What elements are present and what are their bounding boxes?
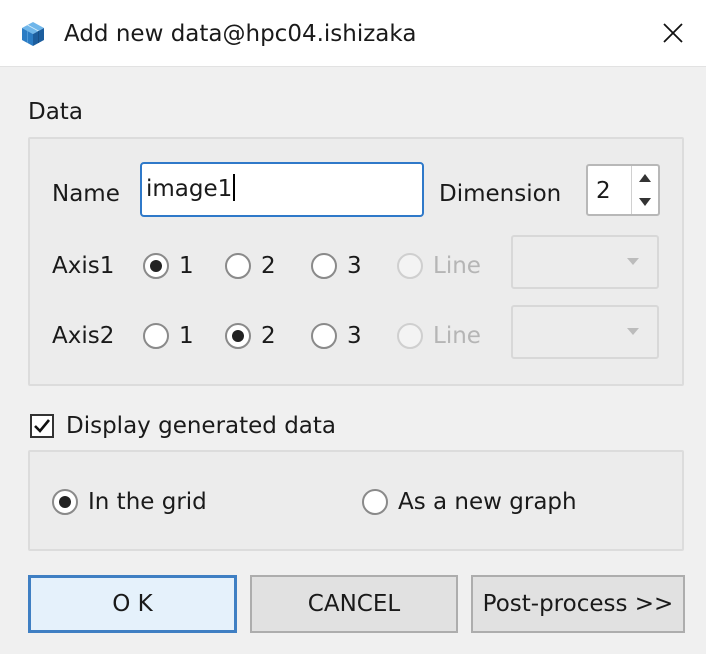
spin-down-button[interactable] <box>632 190 658 214</box>
radio-as-new-graph[interactable]: As a new graph <box>362 487 577 517</box>
data-section-label: Data <box>28 99 83 125</box>
name-input[interactable]: image1 <box>140 162 424 217</box>
radio-indicator <box>52 489 78 515</box>
axis1-radio-2[interactable]: 2 <box>225 251 276 281</box>
chevron-down-icon <box>627 328 639 335</box>
checkbox-label: Display generated data <box>66 413 337 439</box>
chevron-down-icon <box>627 258 639 265</box>
radio-label: 1 <box>179 323 194 349</box>
radio-label: Line <box>433 323 481 349</box>
radio-label: In the grid <box>88 489 207 515</box>
name-label: Name <box>52 181 120 207</box>
axis2-radio-2[interactable]: 2 <box>225 321 276 351</box>
radio-indicator <box>225 253 251 279</box>
axis2-radio-1[interactable]: 1 <box>143 321 194 351</box>
radio-label: As a new graph <box>398 489 577 515</box>
title-bar: Add new data@hpc04.ishizaka <box>0 0 706 67</box>
ok-button[interactable]: O K <box>28 575 237 633</box>
post-process-button[interactable]: Post-process >> <box>471 575 685 633</box>
axis2-line-combo <box>511 305 659 359</box>
spin-up-button[interactable] <box>632 166 658 190</box>
cancel-button[interactable]: CANCEL <box>250 575 458 633</box>
radio-indicator <box>143 253 169 279</box>
radio-indicator <box>397 323 423 349</box>
axis1-radio-line: Line <box>397 251 481 281</box>
axis1-line-combo <box>511 235 659 289</box>
radio-indicator <box>311 323 337 349</box>
radio-label: 3 <box>347 253 362 279</box>
text-caret <box>233 174 236 201</box>
dimension-spinbox[interactable]: 2 <box>586 164 660 216</box>
radio-in-the-grid[interactable]: In the grid <box>52 487 207 517</box>
radio-label: Line <box>433 253 481 279</box>
axis2-radio-line: Line <box>397 321 481 351</box>
checkmark-icon <box>34 419 51 433</box>
axis1-radio-1[interactable]: 1 <box>143 251 194 281</box>
radio-label: 2 <box>261 323 276 349</box>
cube-app-icon <box>22 22 44 46</box>
dimension-value: 2 <box>596 178 611 204</box>
axis1-radio-3[interactable]: 3 <box>311 251 362 281</box>
radio-indicator <box>397 253 423 279</box>
window-title: Add new data@hpc04.ishizaka <box>64 21 417 47</box>
axis2-radio-3[interactable]: 3 <box>311 321 362 351</box>
name-input-value: image1 <box>146 176 233 202</box>
radio-indicator <box>143 323 169 349</box>
radio-indicator <box>362 489 388 515</box>
spin-up-icon <box>639 174 651 182</box>
axis2-label: Axis2 <box>52 323 115 349</box>
radio-indicator <box>225 323 251 349</box>
radio-label: 2 <box>261 253 276 279</box>
display-generated-data-checkbox[interactable]: Display generated data <box>30 411 336 441</box>
radio-label: 3 <box>347 323 362 349</box>
radio-indicator <box>311 253 337 279</box>
close-icon <box>663 23 683 43</box>
close-button[interactable] <box>640 0 706 66</box>
spin-down-icon <box>639 198 651 206</box>
spin-arrows <box>631 166 658 214</box>
dimension-label: Dimension <box>439 181 562 207</box>
axis1-label: Axis1 <box>52 253 115 279</box>
checkbox-indicator <box>30 414 54 438</box>
radio-label: 1 <box>179 253 194 279</box>
